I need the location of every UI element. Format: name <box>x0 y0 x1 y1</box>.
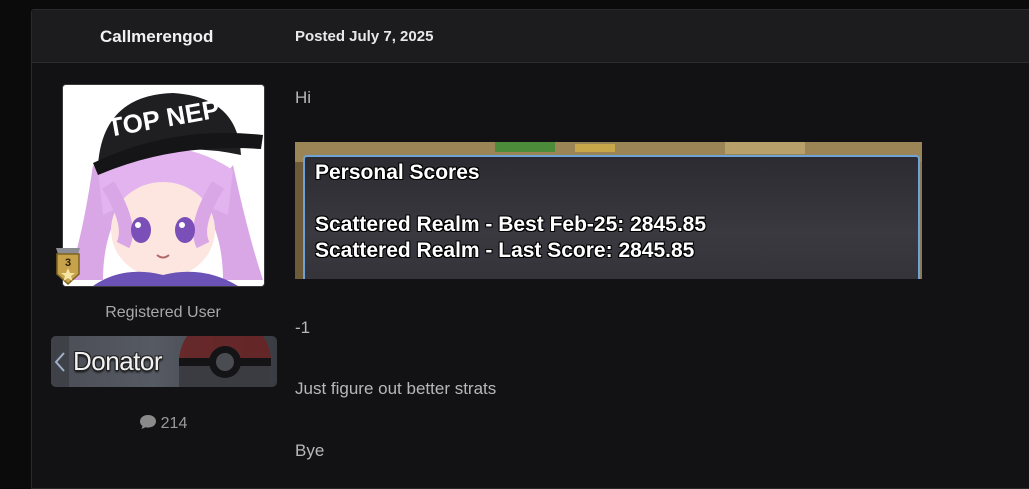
author-name-link[interactable]: Callmerengod <box>100 27 213 47</box>
user-title: Registered User <box>105 304 221 321</box>
rank-badge-number: 3 <box>65 257 71 269</box>
score-heading: Personal Scores <box>315 161 480 184</box>
post-line-strats: Just figure out better strats <box>295 379 497 398</box>
post-greeting: Hi <box>295 88 312 107</box>
score-best-line: Scattered Realm - Best Feb-25: 2845.85 <box>315 213 707 236</box>
forum-post: Callmerengod Posted July 7, 2025 TOP NEP <box>31 9 1029 489</box>
post-count[interactable]: 214 <box>32 414 294 433</box>
post-header: Callmerengod Posted July 7, 2025 <box>32 10 1029 63</box>
avatar[interactable]: TOP NEP <box>62 84 265 287</box>
pokeball-icon <box>179 336 271 387</box>
post-count-value: 214 <box>160 415 188 432</box>
post-date-link[interactable]: Posted July 7, 2025 <box>295 28 433 45</box>
score-box: Personal Scores Scattered Realm - Best F… <box>303 155 920 279</box>
score-screenshot-image[interactable]: Personal Scores Scattered Realm - Best F… <box>295 142 922 279</box>
score-last-line: Scattered Realm - Last Score: 2845.85 <box>315 239 695 262</box>
rank-badge-icon: 3 <box>56 248 80 286</box>
post-line-bye: Bye <box>295 441 325 460</box>
donator-banner: Donator <box>51 336 277 387</box>
chevron-left-icon <box>55 352 65 372</box>
donator-label: Donator <box>73 346 163 376</box>
avatar-image: TOP NEP <box>63 85 264 286</box>
speech-bubble-icon <box>139 415 156 429</box>
post-line-minus-one: -1 <box>295 318 311 337</box>
